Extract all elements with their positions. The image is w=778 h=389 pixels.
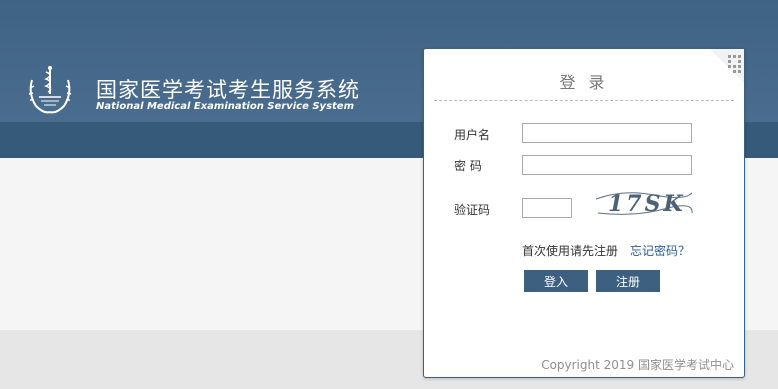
- captcha-input[interactable]: [522, 198, 572, 218]
- site-title: 国家医学考试考生服务系统: [96, 78, 360, 102]
- medical-emblem-logo-icon: [28, 66, 72, 114]
- password-input[interactable]: [522, 155, 692, 175]
- password-label: 密 码: [454, 159, 482, 173]
- copyright-text: Copyright 2019 国家医学考试中心: [541, 358, 734, 372]
- username-input[interactable]: [522, 123, 692, 143]
- register-hint: 首次使用请先注册: [522, 244, 619, 258]
- title-divider: [434, 100, 734, 101]
- forgot-password-link[interactable]: 忘记密码？: [630, 242, 690, 259]
- captcha-text: 17SK: [608, 191, 686, 217]
- captcha-image[interactable]: 17SK: [594, 187, 694, 219]
- register-button[interactable]: 注册: [596, 270, 660, 292]
- login-button[interactable]: 登入: [524, 270, 588, 292]
- login-panel: 登 录 用户名 密 码 验证码 17SK 首次使用请先注册 忘记密码？ 登入 注…: [423, 48, 745, 378]
- site-subtitle: National Medical Examination Service Sys…: [96, 101, 355, 112]
- username-label: 用户名: [454, 128, 491, 142]
- login-title: 登 录: [559, 73, 609, 92]
- captcha-label: 验证码: [454, 203, 491, 217]
